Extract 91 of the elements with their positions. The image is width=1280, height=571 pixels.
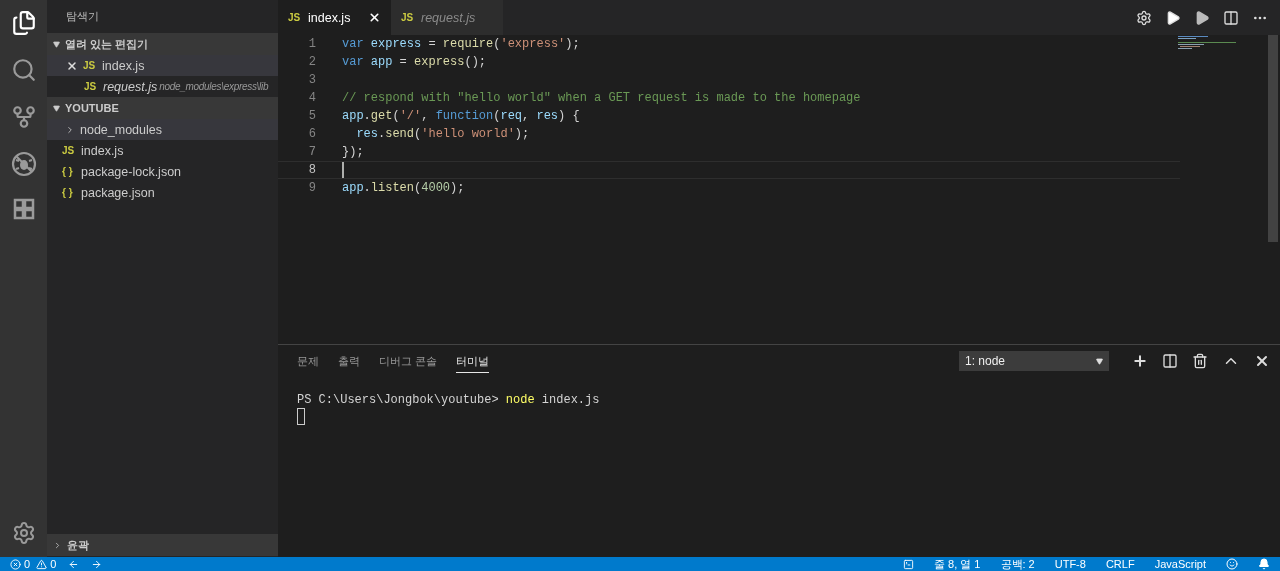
smiley-icon[interactable] — [1226, 558, 1238, 570]
close-icon[interactable] — [368, 11, 381, 24]
extensions-icon[interactable] — [12, 198, 35, 220]
collapsed-icon — [53, 540, 62, 550]
warning-count[interactable]: 0 — [50, 557, 57, 571]
folder-item[interactable]: node_modules — [47, 119, 278, 140]
indentation[interactable]: 공백: 2 — [1000, 557, 1035, 571]
no-bug-icon[interactable] — [10, 151, 37, 177]
line-number: 5 — [307, 108, 317, 124]
text-cursor — [342, 162, 344, 178]
line-number: 9 — [307, 180, 317, 196]
line-number: 1 — [307, 36, 317, 52]
file-type-icon: JS — [84, 81, 98, 92]
source-control-icon[interactable] — [10, 104, 37, 130]
file-path: node_modules\express\lib — [159, 81, 269, 92]
file-name: index.js — [81, 143, 124, 158]
files-icon[interactable] — [10, 10, 37, 36]
code-line: var app = express(); — [342, 54, 487, 70]
file-name: package-lock.json — [81, 164, 182, 179]
section-header[interactable]: 윤곽 — [47, 534, 278, 556]
terminal-icon[interactable] — [903, 558, 915, 570]
line-number: 2 — [307, 54, 317, 70]
code-line: app.get('/', function(req, res) { — [342, 108, 580, 124]
error-count[interactable]: 0 — [24, 557, 31, 571]
terminal-line: PS C:\Users\Jongbok\youtube> node index.js — [297, 392, 601, 408]
file-item[interactable]: JS index.js — [47, 140, 278, 161]
tab-label: index.js — [308, 10, 351, 25]
search-icon[interactable] — [10, 57, 37, 83]
close-icon[interactable] — [1254, 353, 1270, 369]
warning-icon[interactable] — [36, 558, 48, 570]
line-number: 3 — [307, 72, 317, 88]
scrollbar[interactable] — [1268, 35, 1278, 242]
tab-label: request.js — [421, 10, 476, 25]
panel-tab[interactable]: 문제 — [297, 349, 319, 373]
panel-tab[interactable]: 출력 — [338, 349, 360, 373]
plus-icon[interactable] — [1132, 353, 1148, 369]
file-name: index.js — [102, 58, 145, 73]
settings-icon[interactable] — [1136, 9, 1152, 26]
section-title: YOUTUBE — [65, 102, 119, 114]
arrow-left-icon[interactable] — [68, 558, 80, 570]
editor-tab[interactable]: JS request.js — [391, 0, 503, 35]
sidebar-title: 탐색기 — [65, 9, 100, 24]
terminal-cursor — [297, 408, 305, 425]
language-mode[interactable]: JavaScript — [1154, 557, 1206, 571]
play-icon[interactable] — [1194, 9, 1210, 26]
panel-tab[interactable]: 터미널 — [456, 349, 490, 373]
file-type-icon: JS — [401, 12, 415, 23]
line-number: 8 — [307, 162, 317, 178]
line-number: 7 — [307, 144, 317, 160]
bell-icon[interactable] — [1258, 558, 1270, 570]
cursor-position[interactable]: 줄 8, 열 1 — [934, 557, 981, 571]
file-type-icon: { } — [62, 166, 76, 177]
folder-name: node_modules — [80, 122, 162, 137]
encoding[interactable]: UTF-8 — [1054, 557, 1086, 571]
error-icon[interactable] — [10, 558, 21, 570]
play-icon[interactable] — [1165, 9, 1181, 26]
terminal-select[interactable]: 1: node — [959, 351, 1109, 371]
minimap-drawing[interactable] — [1178, 35, 1238, 49]
collapsed-icon — [65, 124, 75, 135]
code-line: }); — [342, 144, 364, 160]
open-editor-item[interactable]: JS index.js — [47, 55, 278, 76]
expanded-icon — [53, 104, 60, 112]
file-name: request.js — [103, 79, 158, 94]
dropdown-icon — [1096, 357, 1103, 365]
code-line: var express = require('express'); — [342, 36, 580, 52]
trash-icon[interactable] — [1192, 353, 1208, 369]
file-item[interactable]: { } package-lock.json — [47, 161, 278, 182]
expanded-icon — [53, 40, 60, 48]
split-editor-icon[interactable] — [1223, 9, 1239, 26]
section-title: 열려 있는 편집기 — [65, 36, 149, 52]
code-line: res.send('hello world'); — [355, 126, 530, 142]
section-header[interactable]: 열려 있는 편집기 — [47, 33, 278, 55]
section-title: 윤곽 — [67, 537, 89, 553]
line-number: 4 — [307, 90, 317, 106]
file-type-icon: JS — [288, 12, 302, 23]
file-name: package.json — [81, 185, 155, 200]
arrow-right-icon[interactable] — [91, 558, 103, 570]
code-line: // respond with "hello world" when a GET request is made to the homepage — [342, 90, 861, 106]
code-line: app.listen(4000); — [342, 180, 465, 196]
file-type-icon: JS — [62, 145, 76, 156]
editor-tab[interactable]: JS index.js — [278, 0, 391, 35]
line-number: 6 — [307, 126, 317, 142]
file-item[interactable]: { } package.json — [47, 182, 278, 203]
close-icon[interactable] — [66, 59, 78, 72]
file-type-icon: { } — [62, 187, 76, 198]
file-type-icon: JS — [83, 60, 97, 71]
open-editor-item[interactable]: JS request.js node_modules\express\lib — [47, 76, 278, 97]
split-terminal-icon[interactable] — [1162, 353, 1178, 369]
section-header[interactable]: YOUTUBE — [47, 97, 278, 119]
panel-tab[interactable]: 디버그 콘솔 — [379, 349, 438, 373]
line-ending[interactable]: CRLF — [1105, 557, 1135, 571]
